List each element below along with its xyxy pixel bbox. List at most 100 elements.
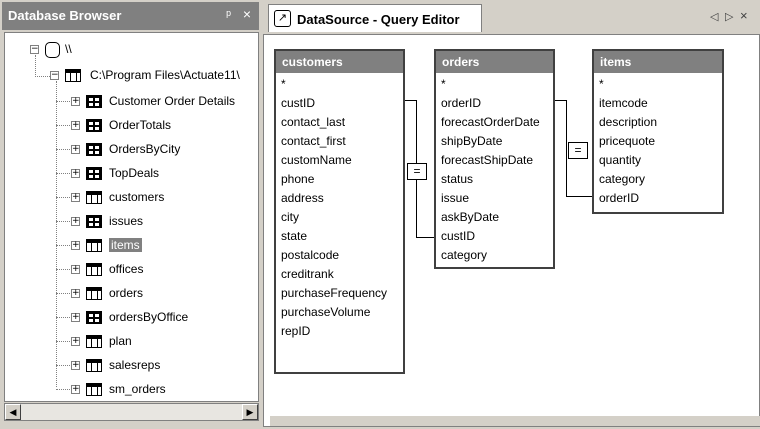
tree-item-plan[interactable]: plan — [109, 332, 132, 350]
table-title[interactable]: items — [594, 51, 722, 73]
editor-tab-strip: ↗ DataSource - Query Editor ◁ ▷ × — [262, 0, 760, 34]
join-line — [566, 196, 592, 197]
tab-scroll-left-icon[interactable]: ◁ — [710, 10, 718, 23]
query-icon — [86, 95, 102, 108]
expand-icon[interactable]: + — [71, 169, 80, 178]
expand-icon[interactable]: + — [71, 361, 80, 370]
table-field[interactable]: orderID — [594, 189, 722, 208]
expand-icon[interactable]: + — [71, 241, 80, 250]
database-tree: − \\ − C:\Program Files\Actuate11\ + Cust… — [4, 32, 259, 402]
tree-item-salesreps[interactable]: salesreps — [109, 356, 160, 374]
tree-line — [56, 245, 70, 246]
collapse-icon[interactable]: − — [50, 71, 59, 80]
table-field[interactable]: phone — [276, 170, 403, 189]
tree-item-topdeals[interactable]: TopDeals — [109, 164, 159, 182]
table-field[interactable]: description — [594, 113, 722, 132]
table-field[interactable]: custID — [276, 94, 403, 113]
database-browser-panel: Database Browser ᵖ × − \\ − C:\Program F… — [0, 0, 262, 429]
collapse-icon[interactable]: − — [30, 45, 39, 54]
tree-item-customer-order-details[interactable]: Customer Order Details — [109, 92, 235, 110]
query-editor-canvas[interactable]: customers * custID contact_last contact_fir… — [263, 34, 760, 427]
expand-icon[interactable]: + — [71, 385, 80, 394]
table-field[interactable]: repID — [276, 322, 403, 341]
expand-icon[interactable]: + — [71, 193, 80, 202]
table-field[interactable]: * — [276, 75, 403, 94]
table-field[interactable]: state — [276, 227, 403, 246]
table-field[interactable]: postalcode — [276, 246, 403, 265]
table-title[interactable]: customers — [276, 51, 403, 73]
expand-icon[interactable]: + — [71, 217, 80, 226]
tree-item-sm-orders[interactable]: sm_orders — [109, 380, 166, 398]
scroll-right-button[interactable]: ▶ — [242, 404, 258, 420]
tree-item-label: TopDeals — [109, 166, 160, 180]
tree-item-orders[interactable]: orders — [109, 284, 143, 302]
table-title[interactable]: orders — [436, 51, 553, 73]
tree-item-label: sm_orders — [109, 382, 166, 396]
table-field[interactable]: purchaseVolume — [276, 303, 403, 322]
join-line — [416, 237, 434, 238]
table-items[interactable]: items * itemcode description pricequote quan… — [592, 49, 724, 214]
query-icon — [86, 167, 102, 180]
table-customers[interactable]: customers * custID contact_last contact_fir… — [274, 49, 405, 374]
expand-icon[interactable]: + — [71, 313, 80, 322]
close-icon[interactable]: × — [243, 6, 251, 22]
scroll-left-button[interactable]: ◀ — [5, 404, 21, 420]
tree-item-customers[interactable]: customers — [109, 188, 164, 206]
table-field[interactable]: quantity — [594, 151, 722, 170]
tree-item-issues[interactable]: issues — [109, 212, 143, 230]
table-field[interactable]: custID — [436, 227, 553, 246]
tree-connection-label[interactable]: C:\Program Files\Actuate11\ — [90, 66, 240, 84]
table-field[interactable]: creditrank — [276, 265, 403, 284]
tree-root-label[interactable]: \\ — [65, 40, 72, 58]
tree-item-ordersbyoffice[interactable]: ordersByOffice — [109, 308, 188, 326]
table-field[interactable]: address — [276, 189, 403, 208]
join-line — [566, 100, 567, 197]
horizontal-scrollbar[interactable]: ◀ ▶ — [4, 403, 259, 421]
table-orders[interactable]: orders * orderID forecastOrderDate shipByDa… — [434, 49, 555, 269]
join-operator[interactable]: = — [407, 163, 427, 180]
tree-line — [56, 269, 70, 270]
table-field[interactable]: forecastOrderDate — [436, 113, 553, 132]
table-field[interactable]: forecastShipDate — [436, 151, 553, 170]
table-field[interactable]: itemcode — [594, 94, 722, 113]
table-field[interactable]: pricequote — [594, 132, 722, 151]
tree-line — [56, 341, 70, 342]
tree-line — [56, 365, 70, 366]
tree-item-offices[interactable]: offices — [109, 260, 143, 278]
tree-item-ordersbycity[interactable]: OrdersByCity — [109, 140, 180, 158]
join-operator[interactable]: = — [568, 142, 588, 159]
expand-icon[interactable]: + — [71, 289, 80, 298]
tab-query-editor[interactable]: ↗ DataSource - Query Editor — [268, 4, 482, 32]
table-field[interactable]: * — [594, 75, 722, 94]
query-icon — [86, 143, 102, 156]
tree-line — [56, 317, 70, 318]
table-field[interactable]: contact_last — [276, 113, 403, 132]
table-field[interactable]: contact_first — [276, 132, 403, 151]
tab-scroll-right-icon[interactable]: ▷ — [725, 10, 733, 23]
database-icon — [45, 42, 60, 58]
tree-item-ordertotals[interactable]: OrderTotals — [109, 116, 171, 134]
expand-icon[interactable]: + — [71, 97, 80, 106]
expand-icon[interactable]: + — [71, 265, 80, 274]
table-field[interactable]: customName — [276, 151, 403, 170]
tree-line — [56, 173, 70, 174]
expand-icon[interactable]: + — [71, 337, 80, 346]
table-field[interactable]: category — [436, 246, 553, 265]
expand-icon[interactable]: + — [71, 145, 80, 154]
table-field[interactable]: askByDate — [436, 208, 553, 227]
table-field[interactable]: category — [594, 170, 722, 189]
table-field[interactable]: status — [436, 170, 553, 189]
table-field[interactable]: issue — [436, 189, 553, 208]
table-field[interactable]: shipByDate — [436, 132, 553, 151]
table-field[interactable]: * — [436, 75, 553, 94]
expand-icon[interactable]: + — [71, 121, 80, 130]
tree-line — [56, 149, 70, 150]
tree-item-items[interactable]: items — [109, 236, 142, 254]
pin-icon[interactable]: ᵖ — [226, 7, 231, 22]
table-field[interactable]: orderID — [436, 94, 553, 113]
tab-close-icon[interactable]: × — [740, 8, 748, 23]
table-field[interactable]: purchaseFrequency — [276, 284, 403, 303]
tree-line — [56, 293, 70, 294]
table-field[interactable]: city — [276, 208, 403, 227]
tree-line — [56, 389, 70, 390]
